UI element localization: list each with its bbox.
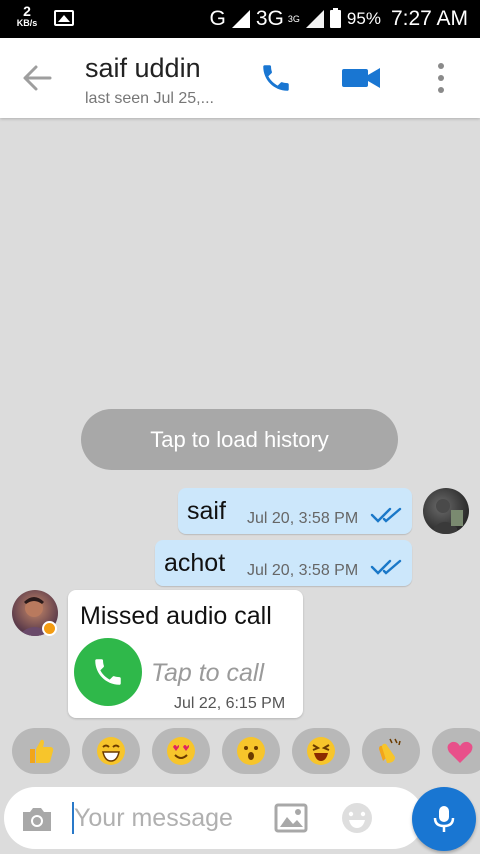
reaction-thumbs-up[interactable]: [12, 728, 70, 774]
network-type-1: G: [209, 7, 226, 30]
gallery-notification-icon: [54, 10, 74, 26]
chat-toolbar: saif uddin last seen Jul 25,...: [0, 38, 480, 118]
laughing-icon: [307, 737, 335, 765]
message-time: Jul 20, 3:58 PM: [247, 510, 359, 527]
my-avatar[interactable]: [423, 488, 469, 534]
call-status: Missed audio call: [80, 602, 272, 630]
outgoing-message[interactable]: saif Jul 20, 3:58 PM: [178, 488, 412, 534]
network-speed: 2 KB/s: [12, 4, 42, 28]
back-arrow-icon[interactable]: [20, 62, 54, 94]
thumbs-up-icon: [30, 739, 54, 763]
reaction-heart-eyes[interactable]: [152, 728, 210, 774]
network-speed-value: 2: [23, 3, 31, 19]
reaction-heart[interactable]: [432, 728, 480, 774]
double-check-icon: [370, 559, 402, 575]
emoji-icon[interactable]: [340, 801, 374, 835]
contact-name[interactable]: saif uddin: [85, 53, 201, 84]
more-options-icon[interactable]: [434, 60, 448, 96]
surprised-icon: [237, 737, 265, 765]
network-type-2: 3G: [255, 7, 284, 30]
double-check-icon: [370, 507, 402, 523]
message-text: achot: [164, 549, 226, 577]
clock: 7:27 AM: [390, 7, 468, 30]
avatar-photo: [431, 499, 463, 534]
phone-call-icon[interactable]: [258, 61, 294, 95]
gallery-icon[interactable]: [274, 803, 308, 833]
reaction-grinning-tears[interactable]: [82, 728, 140, 774]
tap-to-call-label[interactable]: Tap to call: [151, 659, 264, 688]
microphone-icon: [433, 806, 455, 832]
last-seen: last seen Jul 25,...: [85, 90, 214, 107]
phone-icon: [95, 659, 121, 685]
reaction-surprised[interactable]: [222, 728, 280, 774]
battery-icon: [329, 8, 341, 28]
message-time: Jul 20, 3:58 PM: [247, 562, 359, 579]
clapping-hands-icon: [379, 738, 401, 763]
message-input[interactable]: Your message: [74, 804, 233, 833]
status-bar: 2 KB/s G 3G 3G 95% 7:27 AM: [0, 0, 480, 38]
camera-icon[interactable]: [20, 805, 54, 833]
app-badge-icon: [42, 621, 57, 636]
call-back-button[interactable]: [74, 638, 142, 706]
message-composer: Your message: [4, 787, 424, 849]
load-history-button[interactable]: Tap to load history: [81, 409, 398, 470]
network-type-2-sup: 3G: [287, 14, 300, 24]
heart-icon: [447, 741, 473, 763]
signal-icon-2: [305, 10, 324, 28]
grinning-tears-icon: [97, 737, 125, 765]
outgoing-message[interactable]: achot Jul 20, 3:58 PM: [155, 540, 412, 586]
message-text: saif: [187, 497, 226, 525]
battery-percent: 95%: [346, 9, 381, 28]
network-speed-unit: KB/s: [16, 18, 38, 28]
missed-call-card[interactable]: Missed audio call Tap to call Jul 22, 6:…: [68, 590, 303, 718]
heart-eyes-icon: [167, 737, 195, 765]
call-time: Jul 22, 6:15 PM: [174, 695, 286, 712]
voice-record-button[interactable]: [412, 787, 476, 851]
video-call-icon[interactable]: [342, 66, 382, 90]
signal-icon-1: [231, 10, 250, 28]
status-right: G 3G 3G 95% 7:27 AM: [210, 6, 468, 32]
reaction-laughing[interactable]: [292, 728, 350, 774]
reaction-clapping-hands[interactable]: [362, 728, 420, 774]
